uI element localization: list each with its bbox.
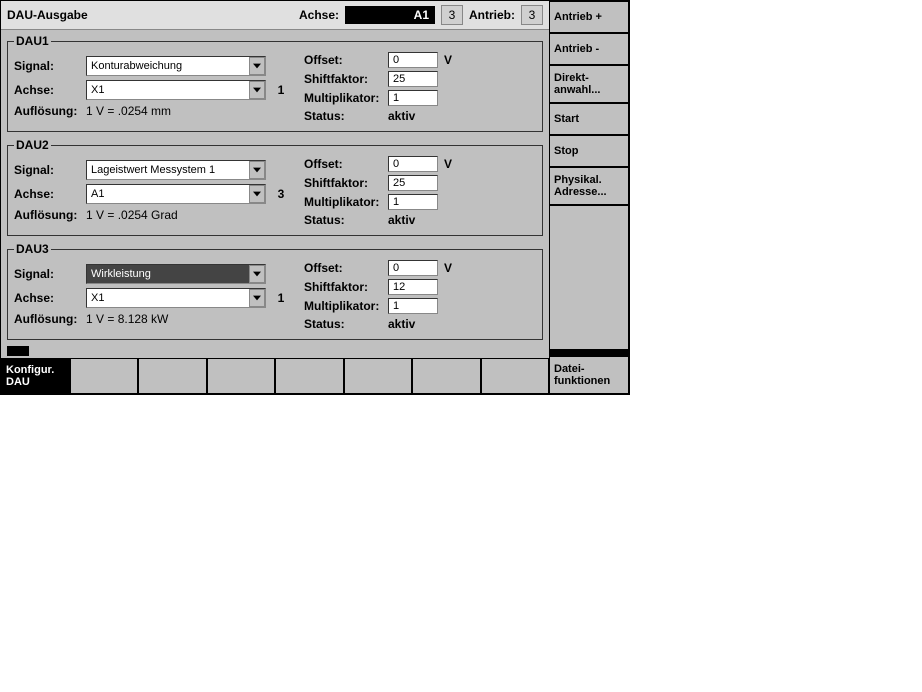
konfigur-dau-button[interactable]: Konfigur. DAU: [2, 359, 69, 393]
dau2-achse-num: 3: [274, 187, 288, 201]
dau2-legend: DAU2: [14, 138, 51, 152]
aufloesung-label: Auflösung:: [14, 208, 78, 222]
achse-label: Achse:: [299, 8, 339, 22]
bottom-empty-4[interactable]: [276, 359, 343, 393]
shiftfaktor-label: Shiftfaktor:: [304, 72, 382, 86]
dau3-aufloesung: 1 V = 8.128 kW: [86, 312, 168, 326]
chevron-down-icon[interactable]: [249, 185, 265, 203]
chevron-down-icon[interactable]: [249, 265, 265, 283]
dau2-aufloesung: 1 V = .0254 Grad: [86, 208, 178, 222]
dau2-shiftfaktor-input[interactable]: [388, 175, 438, 191]
chevron-down-icon[interactable]: [249, 57, 265, 75]
bottom-empty-3[interactable]: [208, 359, 275, 393]
chevron-down-icon[interactable]: [249, 161, 265, 179]
dau2-signal-value: Lageistwert Messystem 1: [87, 164, 249, 176]
signal-label: Signal:: [14, 59, 78, 73]
dau3-legend: DAU3: [14, 242, 51, 256]
v-unit: V: [444, 261, 456, 275]
dau1-shiftfaktor-input[interactable]: [388, 71, 438, 87]
dau3-shiftfaktor-input[interactable]: [388, 279, 438, 295]
achse-display: A1: [345, 6, 435, 24]
bottom-empty-7[interactable]: [482, 359, 549, 393]
dau3-multiplikator-input[interactable]: [388, 298, 438, 314]
sidebar: Antrieb + Antrieb - Direkt-anwahl... Sta…: [549, 1, 629, 394]
tab-indicator[interactable]: [7, 346, 29, 356]
dau2-achse-combo[interactable]: A1: [86, 184, 266, 204]
dau2-group: DAU2 Signal: Lageistwert Messystem 1 Ach…: [7, 138, 543, 236]
status-label: Status:: [304, 213, 382, 227]
start-button[interactable]: Start: [550, 104, 628, 134]
chevron-down-icon[interactable]: [249, 81, 265, 99]
v-unit: V: [444, 53, 456, 67]
status-label: Status:: [304, 109, 382, 123]
bottom-empty-5[interactable]: [345, 359, 412, 393]
bottom-toolbar: Konfigur. DAU: [1, 358, 549, 394]
antrieb-minus-button[interactable]: Antrieb -: [550, 34, 628, 64]
dau1-multiplikator-input[interactable]: [388, 90, 438, 106]
dau2-status: aktiv: [388, 213, 415, 227]
stop-button[interactable]: Stop: [550, 136, 628, 166]
achse-label: Achse:: [14, 291, 78, 305]
sidebar-spacer: [550, 206, 628, 348]
antrieb-num: 3: [521, 5, 543, 25]
dau1-achse-num: 1: [274, 83, 288, 97]
dau1-legend: DAU1: [14, 34, 51, 48]
page-title: DAU-Ausgabe: [7, 8, 293, 22]
datei-funktionen-button[interactable]: Datei-funktionen: [550, 357, 628, 393]
achse-num: 3: [441, 5, 463, 25]
signal-label: Signal:: [14, 267, 78, 281]
shiftfaktor-label: Shiftfaktor:: [304, 280, 382, 294]
dau3-offset-input[interactable]: [388, 260, 438, 276]
dau1-signal-value: Konturabweichung: [87, 60, 249, 72]
achse-label: Achse:: [14, 83, 78, 97]
multiplikator-label: Multiplikator:: [304, 299, 382, 313]
aufloesung-label: Auflösung:: [14, 312, 78, 326]
dau2-offset-input[interactable]: [388, 156, 438, 172]
shiftfaktor-label: Shiftfaktor:: [304, 176, 382, 190]
dau3-signal-combo[interactable]: Wirkleistung: [86, 264, 266, 284]
dau2-signal-combo[interactable]: Lageistwert Messystem 1: [86, 160, 266, 180]
antrieb-label: Antrieb:: [469, 8, 515, 22]
bottom-empty-2[interactable]: [139, 359, 206, 393]
dau3-group: DAU3 Signal: Wirkleistung Achse:: [7, 242, 543, 340]
bottom-empty-6[interactable]: [413, 359, 480, 393]
offset-label: Offset:: [304, 157, 382, 171]
dau1-signal-combo[interactable]: Konturabweichung: [86, 56, 266, 76]
v-unit: V: [444, 157, 456, 171]
dau1-achse-combo[interactable]: X1: [86, 80, 266, 100]
multiplikator-label: Multiplikator:: [304, 91, 382, 105]
dau3-achse-num: 1: [274, 291, 288, 305]
status-label: Status:: [304, 317, 382, 331]
direkt-anwahl-button[interactable]: Direkt-anwahl...: [550, 66, 628, 102]
header-bar: DAU-Ausgabe Achse: A1 3 Antrieb: 3: [1, 1, 549, 30]
dau1-status: aktiv: [388, 109, 415, 123]
physikal-adresse-button[interactable]: Physikal. Adresse...: [550, 168, 628, 204]
dau2-multiplikator-input[interactable]: [388, 194, 438, 210]
multiplikator-label: Multiplikator:: [304, 195, 382, 209]
dau3-achse-value: X1: [87, 292, 249, 304]
dau3-status: aktiv: [388, 317, 415, 331]
dau1-group: DAU1 Signal: Konturabweichung Achse:: [7, 34, 543, 132]
aufloesung-label: Auflösung:: [14, 104, 78, 118]
offset-label: Offset:: [304, 53, 382, 67]
chevron-down-icon[interactable]: [249, 289, 265, 307]
dau1-offset-input[interactable]: [388, 52, 438, 68]
achse-label: Achse:: [14, 187, 78, 201]
dau2-achse-value: A1: [87, 188, 249, 200]
bottom-empty-1[interactable]: [71, 359, 138, 393]
dau3-signal-value: Wirkleistung: [87, 268, 249, 280]
dau1-aufloesung: 1 V = .0254 mm: [86, 104, 171, 118]
antrieb-plus-button[interactable]: Antrieb +: [550, 2, 628, 32]
dau1-achse-value: X1: [87, 84, 249, 96]
offset-label: Offset:: [304, 261, 382, 275]
signal-label: Signal:: [14, 163, 78, 177]
dau3-achse-combo[interactable]: X1: [86, 288, 266, 308]
